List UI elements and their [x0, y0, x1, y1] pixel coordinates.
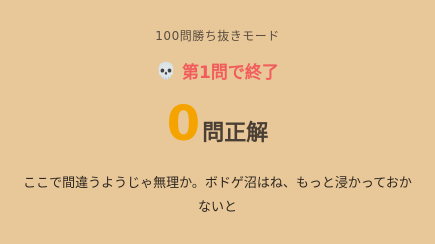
- result-message: ここで間違うようじゃ無理か。ボドゲ沼はね、もっと浸かっておかないと: [23, 176, 412, 215]
- skull-icon: 💀: [156, 61, 177, 80]
- mode-title: 100問勝ち抜きモード: [155, 29, 280, 43]
- end-status: 💀 第1問で終了: [0, 58, 435, 83]
- score: 0 問正解: [0, 100, 435, 148]
- end-text: 第1問で終了: [182, 63, 279, 83]
- score-value: 0: [166, 96, 201, 152]
- result-card: 100問勝ち抜きモード 💀 第1問で終了 0 問正解 ここで間違うようじゃ無理か…: [0, 0, 435, 244]
- score-unit: 問正解: [202, 121, 269, 146]
